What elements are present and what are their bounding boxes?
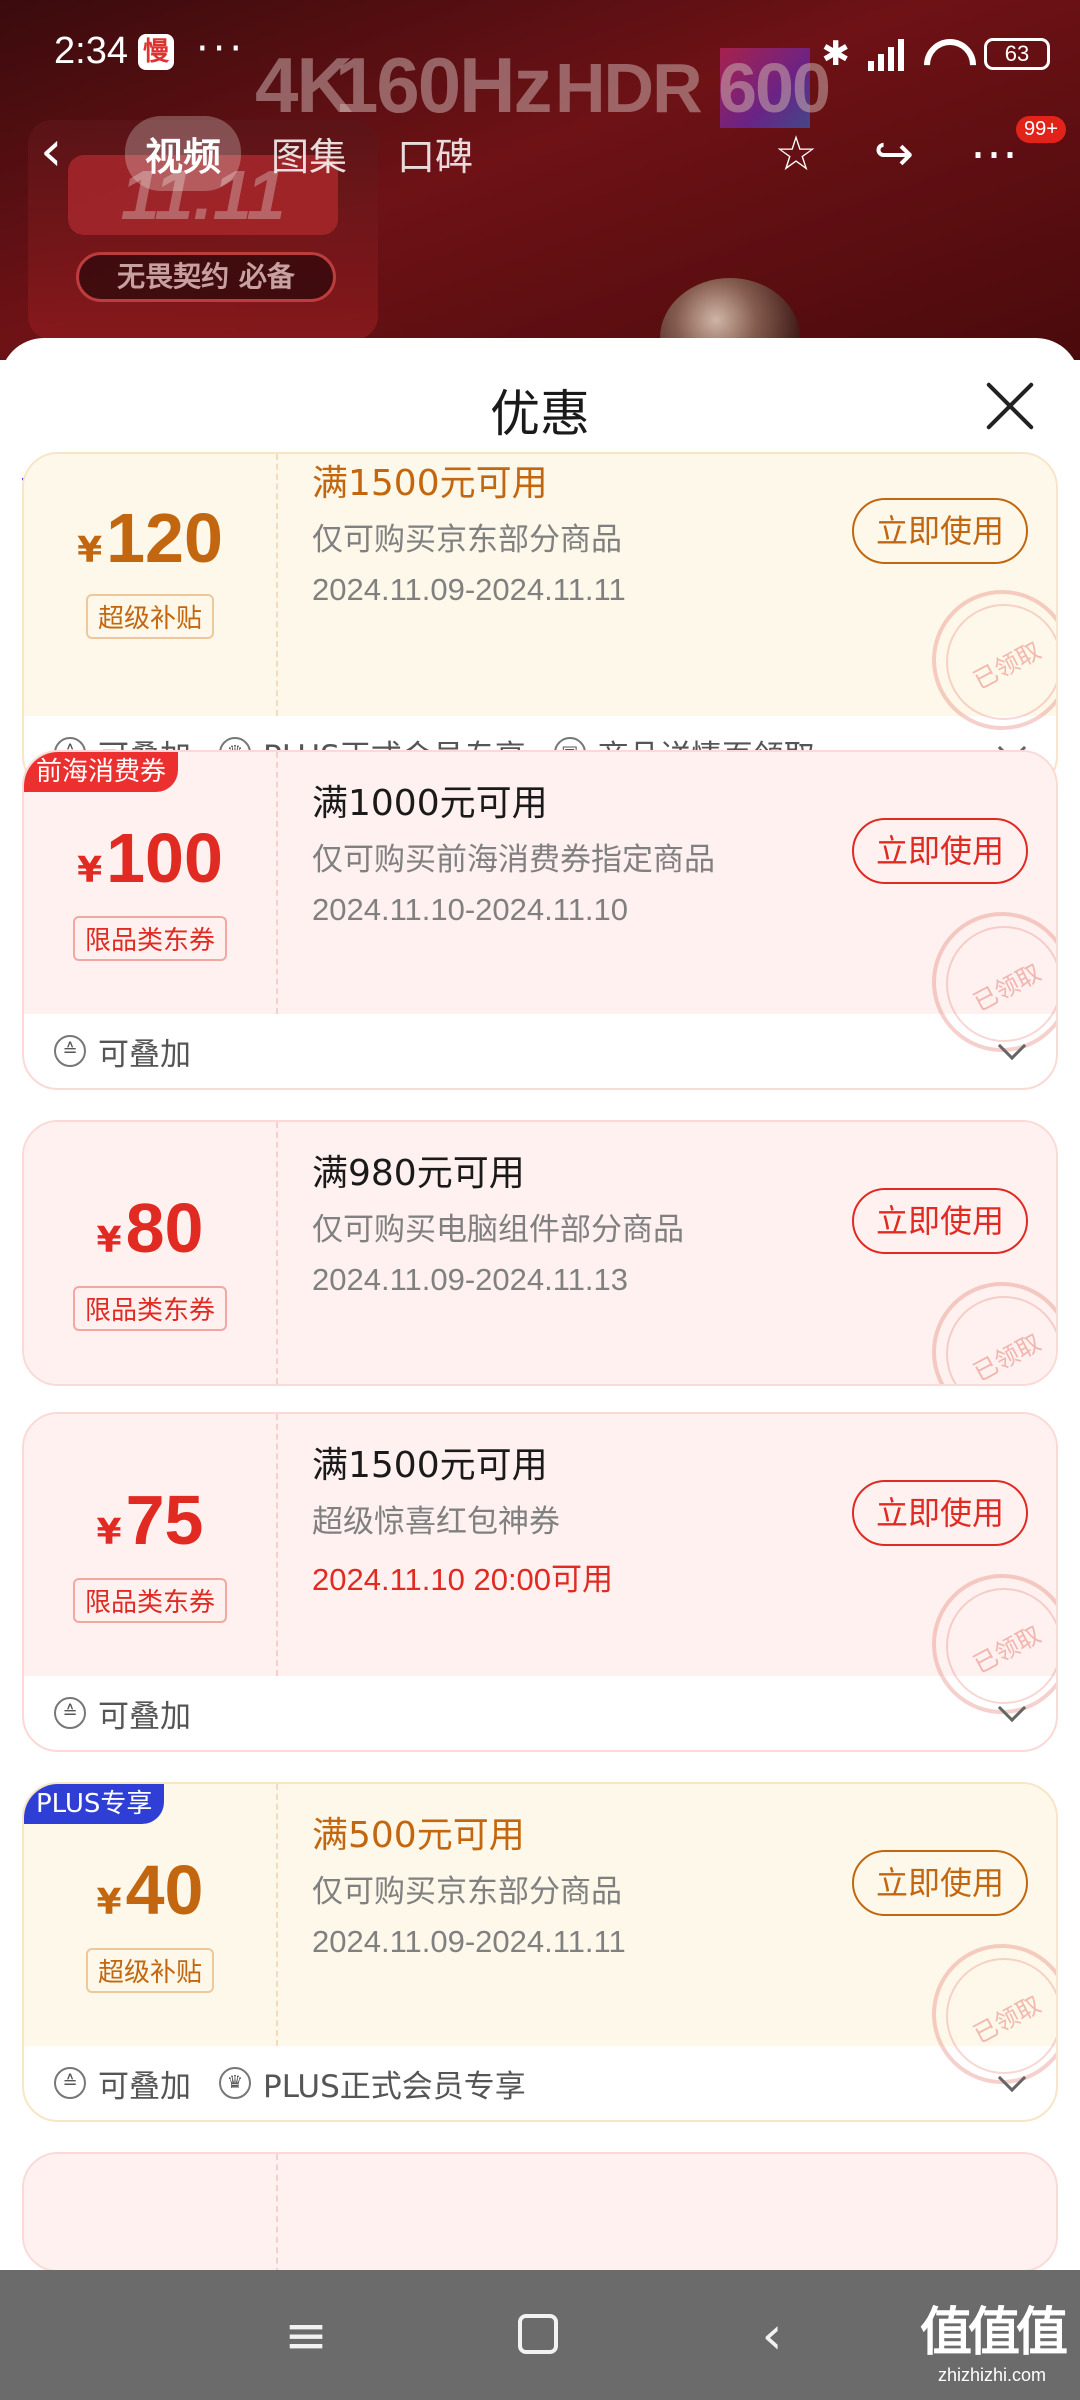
coupon-features: ≙ 可叠加 — [24, 1676, 1056, 1750]
coupon-scope: 仅可购买电脑组件部分商品 — [312, 1212, 684, 1248]
coupon-scope: 仅可购买京东部分商品 — [312, 1874, 622, 1910]
watermark: 值值值 zhizhizhi.com — [920, 2290, 1068, 2386]
coupon-scope: 仅可购买京东部分商品 — [312, 522, 622, 558]
coupon-body: ¥75 限品类东券 满1500元可用 超级惊喜红包神券 2024.11.10 2… — [24, 1414, 1056, 1714]
feature-label: 可叠加 — [98, 1036, 191, 1073]
coupon-card: PLUS专享 ¥40 超级补贴 满500元可用 仅可购买京东部分商品 2024.… — [22, 1782, 1058, 2122]
battery-icon: 63 — [984, 38, 1050, 70]
sheet-title: 优惠 — [490, 385, 590, 443]
coupon-amount: ¥100 — [77, 819, 223, 897]
use-now-button[interactable]: 立即使用 — [852, 498, 1028, 564]
claimed-stamp: 已领取 — [932, 1282, 1056, 1384]
watermark-url: zhizhizhi.com — [937, 2365, 1047, 2385]
coupon-validity: 2024.11.09-2024.11.13 — [312, 1262, 629, 1297]
coupon-scope: 仅可购买前海消费券指定商品 — [312, 842, 715, 878]
coupon-features: ≙ 可叠加 ♛ PLUS正式会员专享 — [24, 2046, 1056, 2120]
product-nav-bar: ‹ 视频 图集 口碑 ☆ ↪ ⋯ 99+ — [0, 104, 1080, 200]
coupon-scope: 超级惊喜红包神券 — [312, 1504, 560, 1540]
home-icon[interactable] — [518, 2314, 558, 2354]
coupon-type-tag: 限品类东券 — [72, 1286, 228, 1331]
wifi-icon — [922, 37, 966, 71]
media-tabs: 视频 图集 口碑 — [125, 115, 493, 191]
favorite-star-icon[interactable]: ☆ — [768, 126, 824, 182]
coupon-condition: 满1500元可用 — [312, 463, 548, 504]
coupon-amount: ¥80 — [96, 1189, 204, 1267]
coupon-validity: 2024.11.10 20:00可用 — [312, 1562, 614, 1597]
feature-label: 可叠加 — [98, 1698, 191, 1735]
use-now-button[interactable]: 立即使用 — [852, 818, 1028, 884]
coupon-condition: 满1500元可用 — [312, 1445, 548, 1486]
signal-icon — [868, 37, 904, 71]
coupon-type-tag: 超级补贴 — [85, 594, 215, 639]
coupon-amount: ¥75 — [96, 1481, 204, 1559]
menu-icon[interactable]: ≡ — [276, 2306, 336, 2366]
coupon-validity: 2024.11.09-2024.11.11 — [312, 572, 626, 607]
crown-icon: ♛ — [219, 2067, 251, 2099]
use-now-button[interactable]: 立即使用 — [852, 1480, 1028, 1546]
coupon-body: 前海消费券 ¥100 限品类东券 满1000元可用 仅可购买前海消费券指定商品 … — [24, 752, 1056, 1052]
app-notification-icon: 慢 — [138, 34, 174, 70]
use-now-button[interactable]: 立即使用 — [852, 1850, 1028, 1916]
expand-chevron-icon[interactable] — [997, 2063, 1027, 2093]
coupon-card: ¥75 限品类东券 满1500元可用 超级惊喜红包神券 2024.11.10 2… — [22, 1412, 1058, 1752]
system-navigation-bar: ≡ ‹ 值值值 zhizhizhi.com — [0, 2270, 1080, 2400]
bluetooth-icon: ✱ — [821, 34, 851, 74]
back-icon[interactable]: ‹ — [40, 124, 96, 180]
coupon-type-tag: 限品类东券 — [72, 1578, 228, 1623]
coupon-condition: 满980元可用 — [312, 1153, 525, 1194]
coupon-body — [24, 2154, 1056, 2270]
expand-chevron-icon[interactable] — [997, 1693, 1027, 1723]
coupon-validity: 2024.11.09-2024.11.11 — [312, 1924, 626, 1959]
coupon-body: ¥80 限品类东券 满980元可用 仅可购买电脑组件部分商品 2024.11.0… — [24, 1122, 1056, 1384]
more-notifications-icon: ··· — [196, 26, 247, 72]
stack-icon: ≙ — [54, 2067, 86, 2099]
coupon-validity: 2024.11.10-2024.11.10 — [312, 892, 629, 927]
tab-video[interactable]: 视频 — [125, 115, 242, 191]
tab-gallery[interactable]: 图集 — [251, 116, 367, 191]
coupon-card: 前海消费券 ¥100 限品类东券 满1000元可用 仅可购买前海消费券指定商品 … — [22, 750, 1058, 1090]
stack-icon: ≙ — [54, 1035, 86, 1067]
feature-label: PLUS正式会员专享 — [263, 2068, 526, 2105]
coupon-amount: ¥40 — [96, 1851, 204, 1929]
status-bar: 2:34 慢 ··· ✱ 63 — [0, 0, 1080, 100]
use-now-button[interactable]: 立即使用 — [852, 1188, 1028, 1254]
feature-label: 可叠加 — [98, 2068, 191, 2105]
coupon-body: PLUS专享 ¥40 超级补贴 满500元可用 仅可购买京东部分商品 2024.… — [24, 1784, 1056, 2084]
coupon-type-tag: 超级补贴 — [85, 1948, 215, 1993]
coupon-card-partial — [22, 2152, 1058, 2270]
coupon-amount: ¥120 — [77, 499, 223, 577]
status-time: 2:34 — [54, 30, 128, 72]
back-nav-icon[interactable]: ‹ — [742, 2306, 802, 2366]
watermark-logo: 值值值 — [920, 2303, 1068, 2363]
coupon-card: ¥120 超级补贴 满1500元可用 仅可购买京东部分商品 2024.11.09… — [22, 452, 1058, 792]
tab-reviews[interactable]: 口碑 — [377, 116, 493, 191]
coupon-type-tag: 限品类东券 — [72, 916, 228, 961]
message-count-badge: 99+ — [1016, 116, 1066, 143]
coupon-card: ¥80 限品类东券 满980元可用 仅可购买电脑组件部分商品 2024.11.0… — [22, 1120, 1058, 1386]
more-icon[interactable]: ⋯ — [966, 126, 1022, 182]
coupon-body: ¥120 超级补贴 满1500元可用 仅可购买京东部分商品 2024.11.09… — [24, 454, 1056, 730]
coupon-condition: 满1000元可用 — [312, 783, 548, 824]
close-icon[interactable] — [980, 376, 1040, 436]
coupon-features: ≙ 可叠加 — [24, 1014, 1056, 1088]
share-icon[interactable]: ↪ — [866, 126, 922, 182]
stack-icon: ≙ — [54, 1697, 86, 1729]
coupon-sheet: 优惠 ¥120 超级补贴 满1500元可用 仅可购买京东部分商品 2024.11… — [0, 338, 1080, 2270]
expand-chevron-icon[interactable] — [997, 1031, 1027, 1061]
claimed-stamp: 已领取 — [932, 590, 1056, 730]
promo-slogan: 无畏契约 必备 — [76, 252, 336, 302]
coupon-condition: 满500元可用 — [312, 1815, 525, 1856]
